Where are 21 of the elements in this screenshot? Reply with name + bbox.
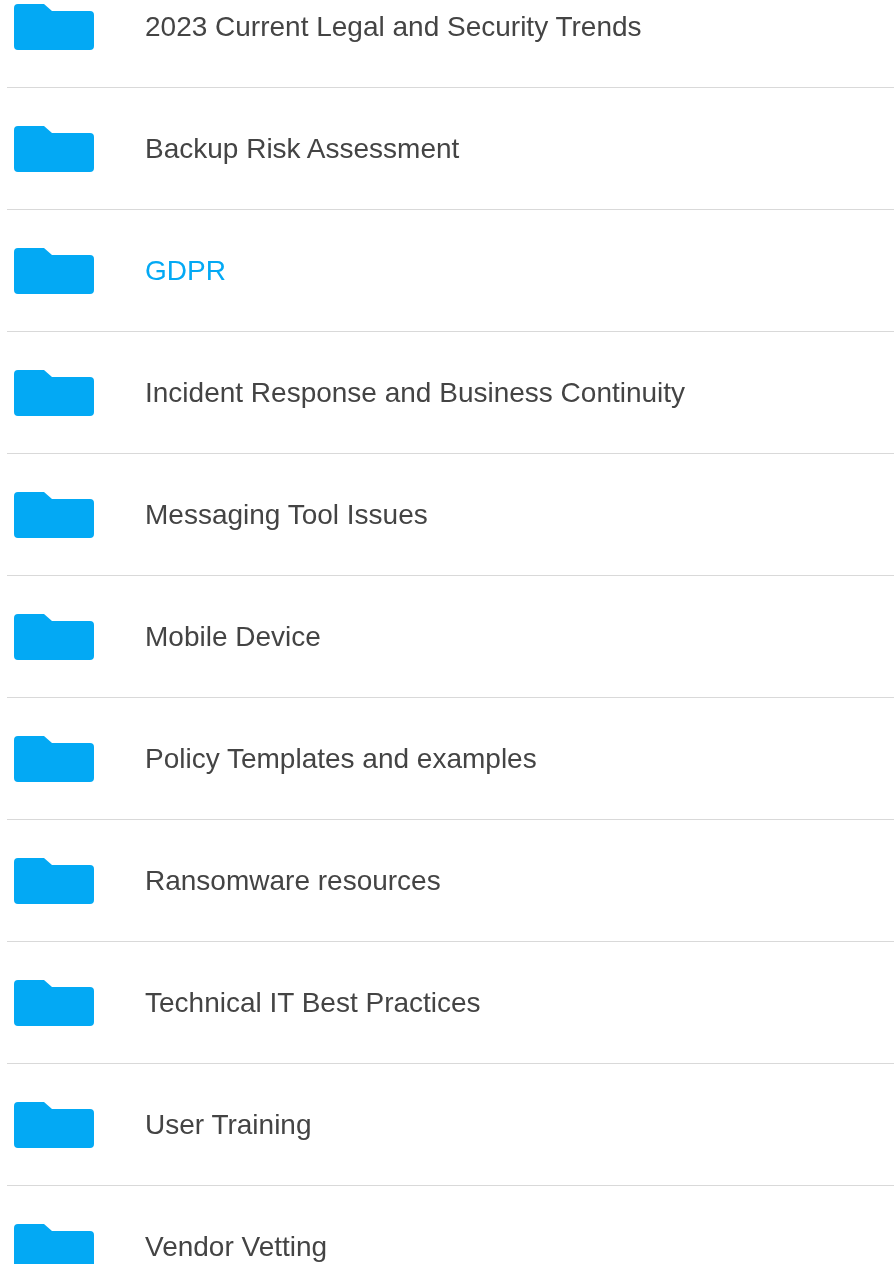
folder-name[interactable]: Ransomware resources — [145, 859, 441, 902]
folder-icon — [14, 857, 94, 904]
folder-icon — [14, 491, 94, 538]
folder-name[interactable]: User Training — [145, 1103, 312, 1146]
folder-icon — [14, 1223, 94, 1264]
folder-icon — [14, 979, 94, 1026]
folder-name[interactable]: Mobile Device — [145, 615, 321, 658]
folder-icon — [14, 125, 94, 172]
folder-icon — [14, 3, 94, 50]
folder-icon — [14, 369, 94, 416]
folder-icon — [14, 1101, 94, 1148]
folder-name[interactable]: 2023 Current Legal and Security Trends — [145, 5, 642, 48]
folder-name[interactable]: Backup Risk Assessment — [145, 127, 460, 170]
folder-icon — [14, 735, 94, 782]
folder-icon — [14, 613, 94, 660]
folder-name[interactable]: Technical IT Best Practices — [145, 981, 481, 1024]
folder-name[interactable]: Incident Response and Business Continuity — [145, 371, 686, 414]
folder-name[interactable]: Policy Templates and examples — [145, 737, 537, 780]
folder-icon — [14, 247, 94, 294]
folder-name[interactable]: Vendor Vetting — [145, 1225, 328, 1264]
folder-name[interactable]: Messaging Tool Issues — [145, 493, 428, 536]
